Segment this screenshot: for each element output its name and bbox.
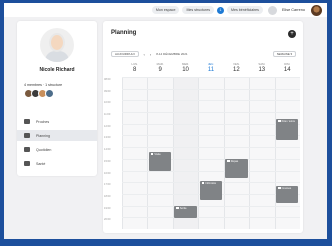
calendar-toolbar: AUJOURD'HUI ‹ › 8-14 DÉCEMBRE 2021 SEMAI…: [111, 50, 296, 58]
calendar-event[interactable]: Repas: [225, 158, 248, 178]
event-icon: [201, 182, 205, 185]
sidebar-item-label: Quotidien: [36, 147, 52, 152]
event-title: Sortie: [179, 206, 187, 210]
day-name: MAR.: [156, 62, 164, 66]
sidebar-item-proches[interactable]: Proches: [17, 116, 97, 127]
day-number: 12: [233, 67, 240, 73]
page-title: Planning: [111, 30, 137, 36]
members-avatars[interactable]: [24, 89, 54, 98]
hour-label: 15:00: [104, 159, 111, 163]
hour-line: [122, 135, 300, 137]
day-name: VEN.: [233, 62, 240, 66]
event-icon: [176, 206, 179, 209]
prev-week-icon[interactable]: ‹: [144, 52, 145, 57]
view-select[interactable]: SEMAINE ▾: [272, 51, 296, 57]
day-header: VEN. 12: [224, 62, 249, 76]
day-header: MER. 10: [173, 62, 198, 76]
day-name: SAM.: [258, 62, 266, 66]
calendar-event[interactable]: Kiné / soins: [276, 119, 299, 141]
people-icon: [24, 119, 30, 124]
add-event-button[interactable]: +: [288, 30, 296, 38]
calendar-event[interactable]: Courses: [276, 185, 299, 204]
hour-line: [122, 170, 300, 172]
event-title: Infirmière: [205, 182, 217, 186]
sidebar-item-label: Planning: [36, 133, 50, 138]
day-headers: LUN. 8 MAR. 9 MER. 10 JEU. 11 VEN. 12 SAM. 13 DIM. 14: [122, 62, 300, 76]
day-number: 14: [283, 67, 291, 73]
hour-line: [122, 77, 300, 78]
next-week-icon[interactable]: ›: [150, 52, 151, 57]
nav-link-mes-beneficiaires[interactable]: Mes bénéficiaires: [227, 6, 263, 14]
event-icon: [278, 187, 281, 190]
hour-label: 10:00: [104, 101, 111, 105]
event-title: Courses: [281, 186, 292, 190]
hour-line: [122, 217, 300, 219]
day-number: 9: [158, 67, 162, 73]
profile-card: Nicole Richard 4 membres · 1 structure P…: [17, 21, 97, 176]
event-icon: [278, 120, 281, 123]
calendar-event[interactable]: Sortie: [174, 205, 197, 219]
calendar-event[interactable]: Infirmière: [199, 181, 223, 200]
day-header: LUN. 8: [122, 62, 147, 76]
sidebar-item-label: Santé: [36, 161, 46, 166]
day-header: JEU. 11: [198, 62, 223, 76]
sidebar-item-quotidien[interactable]: Quotidien: [17, 144, 97, 155]
calendar-grid[interactable]: 08:00 09:00 10:00 11:00 12:00 13:00 14:00 15:00…: [104, 77, 300, 229]
date-range: 8-14 DÉCEMBRE 2021: [156, 52, 188, 56]
hour-label: 12:00: [104, 124, 111, 128]
nav-link-mon-espace[interactable]: Mon espace: [151, 6, 180, 14]
hour-line: [122, 88, 300, 90]
member-avatar[interactable]: [45, 89, 54, 98]
hour-line: [122, 112, 300, 114]
hour-line: [122, 100, 300, 102]
user-name[interactable]: Elise Carreno: [282, 8, 305, 12]
profile-avatar: [40, 28, 74, 62]
event-title: Kiné / soins: [281, 120, 295, 124]
today-button[interactable]: AUJOURD'HUI: [111, 51, 139, 57]
nav-link-mes-structures[interactable]: Mes structures: [182, 6, 215, 14]
top-bar: Mon espace Mes structures 1 Mes bénéfici…: [4, 3, 327, 17]
notebook-icon: [24, 147, 30, 152]
day-number: 10: [182, 67, 189, 73]
user-avatar[interactable]: [311, 4, 322, 16]
hour-line: [122, 205, 300, 207]
sidebar-item-sante[interactable]: Santé: [17, 158, 97, 169]
app-frame: Mon espace Mes structures 1 Mes bénéfici…: [4, 3, 327, 239]
event-title: Repas: [230, 159, 239, 163]
sidebar-item-label: Proches: [36, 119, 50, 124]
event-icon: [227, 160, 230, 163]
hour-line: [122, 123, 300, 125]
health-icon: [24, 161, 30, 166]
hour-label: 20:00: [104, 218, 111, 222]
hour-label: 08:00: [104, 78, 111, 81]
hour-label: 13:00: [104, 136, 111, 140]
hour-label: 14:00: [104, 148, 111, 152]
day-number: 13: [258, 67, 266, 73]
day-header: DIM. 14: [275, 62, 300, 76]
calendar-icon: [24, 133, 30, 138]
profile-name: Nicole Richard: [39, 67, 75, 73]
day-name: DIM.: [284, 62, 291, 66]
day-header: SAM. 13: [249, 62, 274, 76]
hour-label: 11:00: [104, 113, 111, 117]
hour-label: 17:00: [104, 183, 111, 187]
hour-label: 09:00: [104, 89, 111, 93]
calendar-event[interactable]: Visite: [148, 151, 172, 171]
notification-badge[interactable]: 1: [217, 6, 225, 14]
day-name: JEU.: [207, 62, 214, 66]
hour-line: [122, 147, 300, 149]
beneficiary-avatar[interactable]: [267, 5, 277, 15]
hour-label: 18:00: [104, 194, 111, 198]
hour-label: 16:00: [104, 171, 111, 175]
hour-label: 19:00: [104, 206, 111, 210]
sidebar-item-planning[interactable]: Planning: [17, 130, 97, 141]
day-number: 8: [133, 67, 137, 73]
day-header: MAR. 9: [147, 62, 172, 76]
day-name: LUN.: [131, 62, 138, 66]
event-title: Visite: [154, 152, 161, 156]
planning-card: Planning + AUJOURD'HUI ‹ › 8-14 DÉCEMBRE…: [103, 21, 303, 233]
day-number: 11: [207, 67, 215, 73]
members-label: 4 membres · 1 structure: [24, 83, 63, 87]
day-name: MER.: [182, 62, 190, 66]
